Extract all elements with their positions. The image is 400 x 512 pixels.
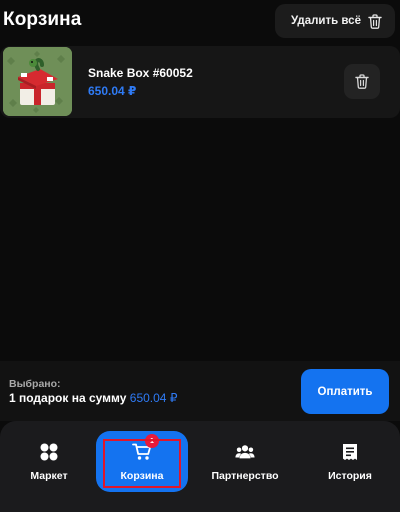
bottom-nav: Маркет Корзина Партнерство История <box>0 421 400 512</box>
header: Корзина Удалить всё <box>0 0 400 40</box>
page-title: Корзина <box>3 9 82 30</box>
nav-item-history[interactable]: История <box>304 431 396 492</box>
selected-label: Выбрано: <box>9 378 61 390</box>
nav-label-history: История <box>328 470 372 482</box>
selected-summary: 1 подарок на сумму 650.04 ₽ <box>9 391 177 405</box>
pay-button[interactable]: Оплатить <box>301 369 389 414</box>
gift-box-icon <box>3 47 72 116</box>
clear-all-button[interactable]: Удалить всё <box>275 4 395 38</box>
selected-sum: 650.04 ₽ <box>129 391 178 405</box>
trash-icon <box>368 13 382 29</box>
checkout-summary: Выбрано: 1 подарок на сумму 650.04 ₽ Опл… <box>0 361 400 421</box>
nav-label-market: Маркет <box>30 470 68 482</box>
item-price: 650.04 ₽ <box>88 84 137 98</box>
nav-label-cart: Корзина <box>120 470 164 482</box>
nav-label-partnership: Партнерство <box>211 470 279 482</box>
selected-text: 1 подарок на сумму <box>9 391 127 405</box>
cart-count-badge: 1 <box>145 434 159 448</box>
trash-icon <box>355 74 369 89</box>
delete-item-button[interactable] <box>344 64 380 99</box>
grid-icon <box>40 443 58 461</box>
nav-item-partnership[interactable]: Партнерство <box>199 431 291 492</box>
cart-item[interactable]: Snake Box #60052 650.04 ₽ <box>0 46 400 118</box>
users-icon <box>235 445 255 459</box>
item-name: Snake Box #60052 <box>88 66 193 80</box>
nav-item-market[interactable]: Маркет <box>3 431 95 492</box>
nav-item-cart[interactable]: Корзина <box>96 431 188 492</box>
clear-all-label: Удалить всё <box>291 15 361 27</box>
receipt-icon <box>343 444 357 460</box>
